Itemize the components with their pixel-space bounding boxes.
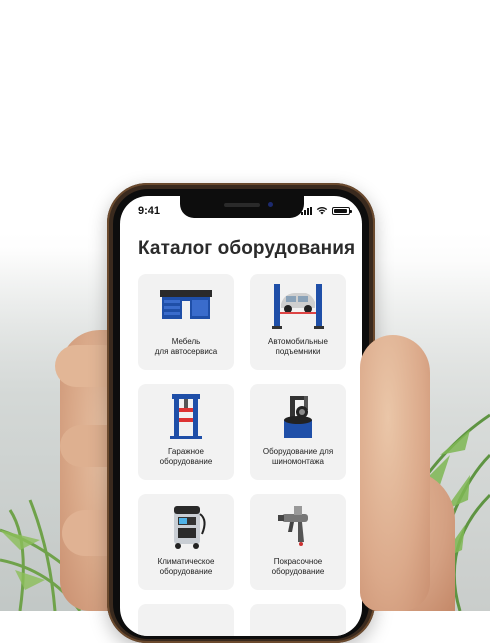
catalog-card-lifts[interactable]: Автомобильные подъемники [250,274,346,370]
page-title: Каталог оборудования [138,238,356,259]
card-label: Покрасочное оборудование [271,557,325,576]
hydraulic-press-icon [170,394,202,439]
catalog-card-next-right[interactable] [250,604,346,636]
phone-screen: 9:41 Каталог оборудования Мебель для авт… [120,196,362,636]
hand-right-thumb [360,335,430,611]
catalog-card-climate[interactable]: Климатическое оборудование [138,494,234,590]
ac-station-icon [174,506,206,549]
speaker-grill [224,203,260,207]
status-icons [301,206,352,215]
catalog-card-furniture[interactable]: Мебель для автосервиса [138,274,234,370]
card-label: Мебель для автосервиса [154,337,218,356]
card-label: Климатическое оборудование [157,557,215,576]
cellular-signal-icon [301,206,312,215]
card-label: Автомобильные подъемники [268,337,328,356]
workbench-icon [160,290,212,319]
phone-notch [180,196,304,218]
catalog-card-tire[interactable]: Оборудование для шиномонтажа [250,384,346,480]
card-label: Оборудование для шиномонтажа [262,447,334,466]
front-camera-icon [268,202,273,207]
catalog-card-next-left[interactable] [138,604,234,636]
catalog-card-painting[interactable]: Покрасочное оборудование [250,494,346,590]
car-lift-icon [272,284,324,329]
spray-gun-icon [278,506,308,546]
status-time: 9:41 [138,205,161,217]
wifi-icon [316,207,328,215]
tire-changer-icon [284,396,312,438]
battery-icon [332,206,352,215]
catalog-card-garage[interactable]: Гаражное оборудование [138,384,234,480]
card-label: Гаражное оборудование [159,447,213,466]
